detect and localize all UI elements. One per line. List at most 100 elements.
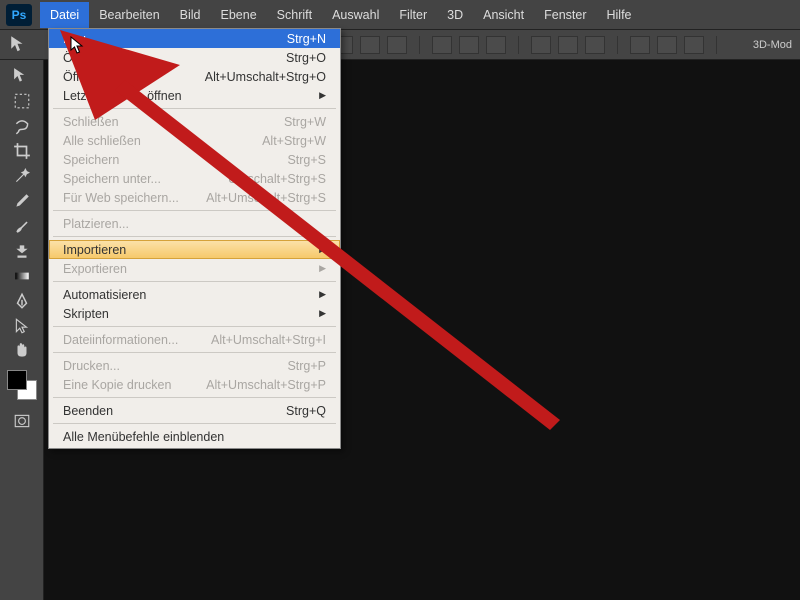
submenu-arrow-icon: ▶: [319, 289, 326, 300]
menu-item-dateiinformationen: Dateiinformationen... Alt+Umschalt+Strg+I: [49, 330, 340, 349]
distribute-group: [529, 36, 618, 54]
menu-separator: [53, 352, 336, 353]
move-tool-icon: [10, 35, 30, 55]
menu-ebene[interactable]: Ebene: [211, 2, 267, 28]
align-button[interactable]: [486, 36, 506, 54]
menu-item-shortcut: Strg+O: [286, 51, 326, 65]
menu-item-importieren[interactable]: Importieren ▶: [49, 240, 340, 259]
menu-auswahl[interactable]: Auswahl: [322, 2, 389, 28]
menu-item-shortcut: Strg+Q: [286, 404, 326, 418]
align-button[interactable]: [432, 36, 452, 54]
submenu-arrow-icon: ▶: [319, 90, 326, 101]
menu-item-shortcut: Alt+Umschalt+Strg+O: [205, 70, 326, 84]
menu-item-label: Öffnen...: [63, 51, 111, 65]
menu-hilfe[interactable]: Hilfe: [597, 2, 642, 28]
menu-item-label: Alle Menübefehle einblenden: [63, 430, 224, 444]
distribute-button[interactable]: [531, 36, 551, 54]
distribute-button[interactable]: [630, 36, 650, 54]
menu-separator: [53, 210, 336, 211]
menu-separator: [53, 108, 336, 109]
menu-item-label: Beenden: [63, 404, 113, 418]
menu-item-label: Speichern unter...: [63, 172, 161, 186]
menu-item-shortcut: Strg+W: [284, 115, 326, 129]
menu-item-label: Speichern: [63, 153, 119, 167]
clone-tool-icon[interactable]: [8, 239, 36, 263]
menu-fenster[interactable]: Fenster: [534, 2, 596, 28]
tool-bar: [0, 60, 44, 600]
menu-item-shortcut: Strg+N: [287, 32, 326, 46]
menu-item-label: Dateiinformationen...: [63, 333, 178, 347]
menu-item-label: Alle schließen: [63, 134, 141, 148]
quick-mask-icon[interactable]: [8, 409, 36, 433]
menu-datei[interactable]: Datei: [40, 2, 89, 28]
marquee-tool-icon[interactable]: [8, 89, 36, 113]
menu-item-skripten[interactable]: Skripten▶: [49, 304, 340, 323]
menu-item-speichern-unter: Speichern unter... Umschalt+Strg+S: [49, 169, 340, 188]
menu-bar: Ps DateiBearbeitenBildEbeneSchriftAuswah…: [0, 0, 800, 30]
gradient-tool-icon[interactable]: [8, 264, 36, 288]
align-group: [430, 36, 519, 54]
menu-bearbeiten[interactable]: Bearbeiten: [89, 2, 169, 28]
menu-item-für-web-speichern: Für Web speichern...Alt+Umschalt+Strg+S: [49, 188, 340, 207]
menu-item-shortcut: Alt+Umschalt+Strg+I: [211, 333, 326, 347]
eyedropper-tool-icon[interactable]: [8, 189, 36, 213]
menu-item-shortcut: Alt+Strg+W: [262, 134, 326, 148]
foreground-color-swatch[interactable]: [7, 370, 27, 390]
align-button[interactable]: [459, 36, 479, 54]
menu-item-label: Eine Kopie drucken: [63, 378, 171, 392]
menu-item-label: Importieren: [63, 243, 126, 257]
menu-item-neu[interactable]: Neu...Strg+N: [49, 29, 340, 48]
menu-item-shortcut: Umschalt+Strg+S: [228, 172, 326, 186]
menu-filter[interactable]: Filter: [389, 2, 437, 28]
menu-item-label: Exportieren: [63, 262, 127, 276]
menu-item-label: Schließen: [63, 115, 119, 129]
mode-3d-label[interactable]: 3D-Mod: [753, 39, 792, 51]
menu-separator: [53, 326, 336, 327]
brush-tool-icon[interactable]: [8, 214, 36, 238]
distribute-button[interactable]: [684, 36, 704, 54]
menu-item-shortcut: Alt+Umschalt+Strg+S: [206, 191, 326, 205]
menu-item-platzieren: Platzieren...: [49, 214, 340, 233]
distribute-group: [628, 36, 717, 54]
menu-ansicht[interactable]: Ansicht: [473, 2, 534, 28]
color-swatches[interactable]: [7, 370, 37, 400]
magic-wand-tool-icon[interactable]: [8, 164, 36, 188]
app-logo: Ps: [6, 4, 32, 26]
menu-item-automatisieren[interactable]: Automatisieren ▶: [49, 285, 340, 304]
menu-separator: [53, 236, 336, 237]
distribute-button[interactable]: [558, 36, 578, 54]
align-group: [331, 36, 420, 54]
menu-item-label: Öffnen als...: [63, 70, 130, 84]
crop-tool-icon[interactable]: [8, 139, 36, 163]
distribute-button[interactable]: [585, 36, 605, 54]
menu-item-öffnen[interactable]: Öffnen... Strg+O: [49, 48, 340, 67]
menu-item-label: Platzieren...: [63, 217, 129, 231]
menu-item-öffnen-als[interactable]: Öffnen als... Alt+Umschalt+Strg+O: [49, 67, 340, 86]
distribute-button[interactable]: [657, 36, 677, 54]
menu-item-drucken: Drucken...Strg+P: [49, 356, 340, 375]
menu-item-schließen: Schließen Strg+W: [49, 112, 340, 131]
menu-item-label: Drucken...: [63, 359, 120, 373]
menu-item-label: Skripten: [63, 307, 109, 321]
lasso-tool-icon[interactable]: [8, 114, 36, 138]
menu-3d[interactable]: 3D: [437, 2, 473, 28]
submenu-arrow-icon: ▶: [319, 244, 326, 255]
align-button[interactable]: [387, 36, 407, 54]
menu-separator: [53, 281, 336, 282]
path-select-tool-icon[interactable]: [8, 314, 36, 338]
menu-schrift[interactable]: Schrift: [267, 2, 322, 28]
align-button[interactable]: [360, 36, 380, 54]
menu-item-exportieren: Exportieren▶: [49, 259, 340, 278]
menu-separator: [53, 423, 336, 424]
move-tool-icon[interactable]: [8, 64, 36, 88]
menu-item-alle-menübefehle-einblenden[interactable]: Alle Menübefehle einblenden: [49, 427, 340, 446]
menu-item-label: Automatisieren: [63, 288, 146, 302]
pen-tool-icon[interactable]: [8, 289, 36, 313]
menu-item-label: Letzte Dateien öffnen: [63, 89, 182, 103]
menu-item-shortcut: Alt+Umschalt+Strg+P: [206, 378, 326, 392]
menu-item-beenden[interactable]: Beenden Strg+Q: [49, 401, 340, 420]
menu-item-letzte-dateien-öffnen[interactable]: Letzte Dateien öffnen ▶: [49, 86, 340, 105]
menu-item-alle-schließen: Alle schließen Alt+Strg+W: [49, 131, 340, 150]
menu-bild[interactable]: Bild: [170, 2, 211, 28]
hand-tool-icon[interactable]: [8, 339, 36, 363]
